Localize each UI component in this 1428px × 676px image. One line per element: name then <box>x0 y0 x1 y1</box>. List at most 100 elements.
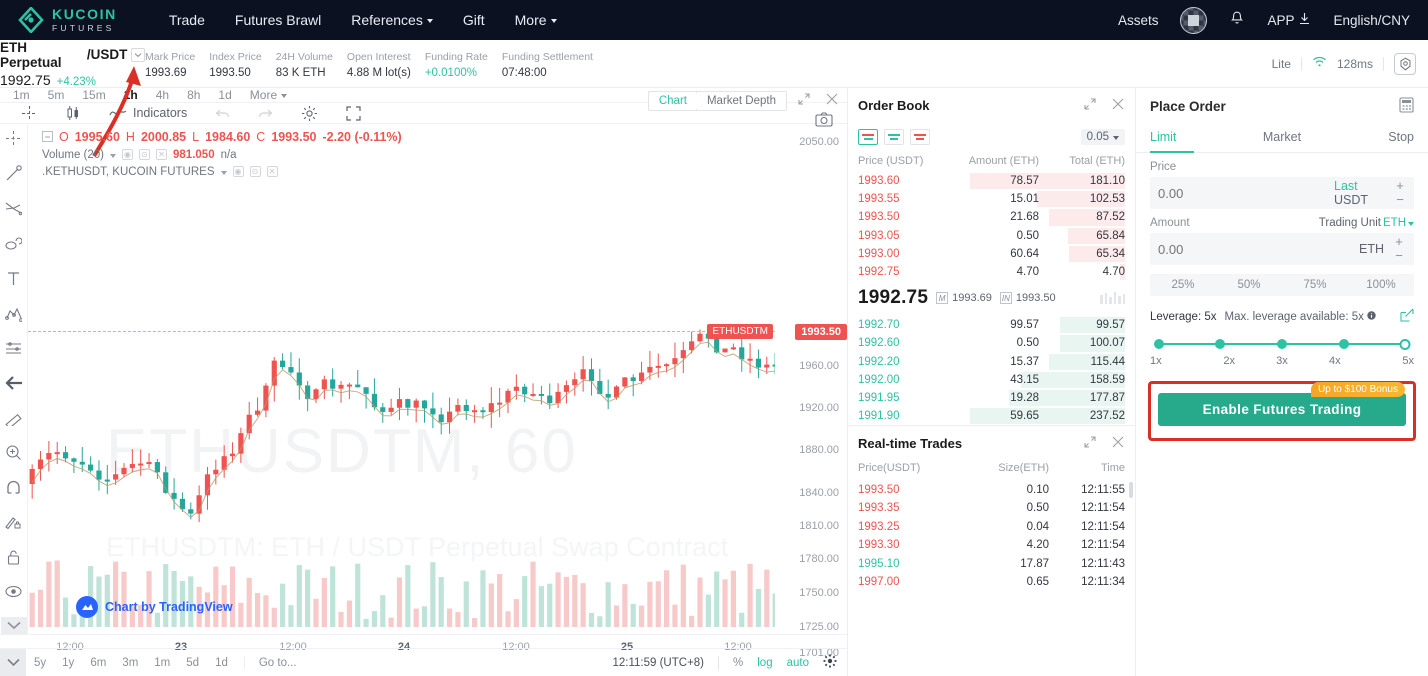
range-1y[interactable]: 1y <box>54 657 82 669</box>
view-mode-both-icon[interactable] <box>858 129 878 145</box>
tab-limit[interactable]: Limit <box>1150 124 1238 153</box>
order-book-row[interactable]: 1992.00 43.15 158.59 <box>848 371 1135 389</box>
nav-item-gift[interactable]: Gift <box>463 12 485 28</box>
pitchfork-icon[interactable] <box>5 200 23 222</box>
magnet-icon[interactable] <box>5 479 22 501</box>
slider-stop-2x[interactable] <box>1215 339 1226 349</box>
unlock-icon[interactable] <box>5 549 22 571</box>
measure-ruler-icon[interactable] <box>5 409 22 431</box>
timeframe-more[interactable]: More <box>241 88 296 102</box>
tab-market[interactable]: Market <box>1238 124 1326 152</box>
source-label[interactable]: .KETHUSDT, KUCOIN FUTURES <box>42 166 215 178</box>
percent-25[interactable]: 25% <box>1150 274 1216 296</box>
timeframe-1m[interactable]: 1m <box>4 88 39 102</box>
cross-cursor-icon[interactable] <box>5 130 22 152</box>
scale-auto-button[interactable]: auto <box>787 657 809 669</box>
order-book-row[interactable]: 1993.50 21.68 87.52 <box>848 208 1135 226</box>
amount-input[interactable] <box>1158 241 1359 257</box>
range-3m[interactable]: 3m <box>114 657 146 669</box>
fullscreen-icon[interactable] <box>332 105 375 121</box>
order-book-row[interactable]: 1993.00 60.64 65.34 <box>848 245 1135 263</box>
price-decrement-button[interactable]: − <box>1396 193 1404 207</box>
leverage-slider[interactable] <box>1153 339 1411 350</box>
order-book-row[interactable]: 1991.95 19.28 177.87 <box>848 389 1135 407</box>
range-6m[interactable]: 6m <box>82 657 114 669</box>
goto-date-button[interactable]: Go to... <box>243 656 305 669</box>
avatar[interactable] <box>1180 6 1208 34</box>
last-price-button[interactable]: Last <box>1334 179 1358 193</box>
undo-icon[interactable] <box>201 107 244 120</box>
tradingview-credit[interactable]: Chart by TradingView <box>76 595 233 618</box>
expand-icon[interactable] <box>1083 435 1097 452</box>
crosshair-tool[interactable] <box>8 105 51 121</box>
tab-stop[interactable]: Stop <box>1326 124 1414 152</box>
edit-leverage-icon[interactable] <box>1400 308 1414 325</box>
order-book-row[interactable]: 1993.55 15.01 102.53 <box>848 190 1135 208</box>
price-input-group[interactable]: Last USDT + − <box>1150 177 1414 209</box>
lite-mode-toggle[interactable]: Lite <box>1272 57 1291 71</box>
shapes-icon[interactable] <box>5 235 23 257</box>
app-download-link[interactable]: APP <box>1267 12 1311 28</box>
settings-icon[interactable]: ⊙ <box>139 149 151 161</box>
trend-line-icon[interactable] <box>5 165 22 187</box>
chart-plot-area[interactable]: − O 1995.60 H 2000.85 L 1984.60 C 1993.50 -2… <box>28 124 775 634</box>
timeframe-1d[interactable]: 1d <box>209 88 240 102</box>
calculator-icon[interactable] <box>1399 96 1414 116</box>
timeframe-8h[interactable]: 8h <box>178 88 209 102</box>
drawing-lock-icon[interactable] <box>5 514 22 536</box>
text-tool-icon[interactable] <box>5 270 22 292</box>
nav-item-trade[interactable]: Trade <box>169 12 205 28</box>
price-input[interactable] <box>1158 185 1334 201</box>
redo-icon[interactable] <box>244 107 287 120</box>
order-book-row[interactable]: 1992.60 0.50 100.07 <box>848 334 1135 352</box>
trading-unit-selector[interactable]: Trading Unit ETH <box>1319 217 1414 229</box>
timeframe-5m[interactable]: 5m <box>39 88 74 102</box>
percent-50[interactable]: 50% <box>1216 274 1282 296</box>
amount-stepper[interactable]: + − <box>1392 235 1406 263</box>
pattern-icon[interactable] <box>5 305 23 327</box>
order-book-row[interactable]: 1993.05 0.50 65.84 <box>848 227 1135 245</box>
nav-item-references[interactable]: References <box>351 12 433 28</box>
close-icon[interactable] <box>1111 435 1125 452</box>
amount-decrement-button[interactable]: − <box>1395 249 1403 263</box>
order-book-row[interactable]: 1992.70 99.57 99.57 <box>848 316 1135 334</box>
slider-stop-1x[interactable] <box>1153 339 1164 349</box>
price-increment-button[interactable]: + <box>1396 179 1404 193</box>
amount-increment-button[interactable]: + <box>1395 235 1403 249</box>
bell-icon[interactable] <box>1229 10 1245 30</box>
slider-stop-3x[interactable] <box>1277 339 1287 349</box>
scale-percent-button[interactable]: % <box>733 657 743 669</box>
order-book-row[interactable]: 1992.20 15.37 115.44 <box>848 353 1135 371</box>
settings-icon[interactable]: ⊙ <box>249 166 261 178</box>
scale-log-button[interactable]: log <box>757 657 772 669</box>
volume-label[interactable]: Volume (20) <box>42 149 104 161</box>
order-book-row[interactable]: 1992.75 4.70 4.70 <box>848 263 1135 281</box>
range-5y[interactable]: 5y <box>26 657 54 669</box>
language-selector[interactable]: English/CNY <box>1333 13 1410 28</box>
percent-75[interactable]: 75% <box>1282 274 1348 296</box>
eye-icon[interactable]: ◉ <box>122 149 134 161</box>
remove-icon[interactable]: ✕ <box>156 149 168 161</box>
order-book-row[interactable]: 1991.90 59.65 237.52 <box>848 407 1135 425</box>
order-book-row[interactable]: 1993.60 78.57 181.10 <box>848 172 1135 190</box>
collapse-chevron-icon[interactable] <box>0 649 26 676</box>
range-1m[interactable]: 1m <box>146 657 178 669</box>
enable-futures-trading-button[interactable]: Enable Futures Trading <box>1158 393 1406 426</box>
collapse-icon[interactable]: − <box>42 131 53 143</box>
eye-icon[interactable]: ◉ <box>232 166 244 178</box>
percent-100[interactable]: 100% <box>1348 274 1414 296</box>
nav-item-more[interactable]: More <box>515 12 557 28</box>
arrow-left-icon[interactable] <box>4 375 23 396</box>
forecast-icon[interactable] <box>5 340 22 362</box>
settings-hex-icon[interactable] <box>1394 52 1416 75</box>
time-axis[interactable]: 12:00 23 12:00 24 12:00 25 12:00 <box>0 633 847 653</box>
zoom-in-icon[interactable] <box>5 444 22 466</box>
assets-link[interactable]: Assets <box>1118 13 1159 28</box>
collapse-toolbar-icon[interactable] <box>0 616 27 634</box>
price-axis[interactable]: 2050.00 1993.50 1960.00 1920.00 1880.00 … <box>775 124 847 659</box>
tick-size-selector[interactable]: 0.05 <box>1080 129 1125 145</box>
amount-input-group[interactable]: ETH + − <box>1150 233 1414 265</box>
slider-handle-5x[interactable] <box>1399 339 1411 350</box>
info-icon[interactable] <box>1367 310 1376 323</box>
kucoin-futures-logo[interactable]: KUCOIN FUTURES <box>18 6 117 34</box>
